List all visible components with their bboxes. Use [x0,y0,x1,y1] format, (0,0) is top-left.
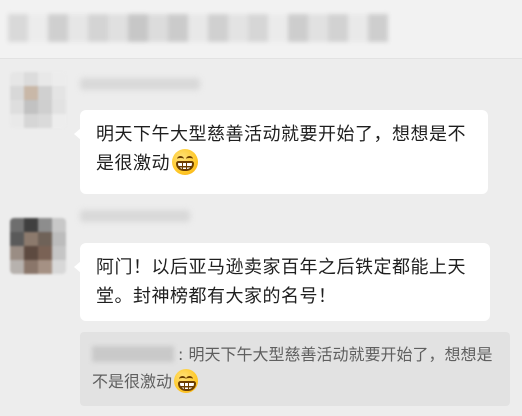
avatar[interactable] [10,72,66,128]
blurred-sender-name [80,210,190,222]
blurred-header-content [8,14,388,42]
quoted-message[interactable]: : 明天下午大型慈善活动就要开始了，想想是不是很激动 [80,332,510,406]
message-text: 明天下午大型慈善活动就要开始了，想想是不是很激动 [96,124,466,174]
chat-header [0,0,522,59]
grin-emoji-icon [174,369,199,393]
message-bubble[interactable]: 阿门！以后亚马逊卖家百年之后铁定都能上天堂。封神榜都有大家的名号！ [74,243,490,321]
blurred-sender-name [80,78,200,90]
blurred-quoted-sender [92,346,174,362]
grin-emoji-icon [172,149,198,175]
message-bubble[interactable]: 明天下午大型慈善活动就要开始了，想想是不是很激动 [74,110,488,194]
message-text: 阿门！以后亚马逊卖家百年之后铁定都能上天堂。封神榜都有大家的名号！ [96,257,466,307]
avatar[interactable] [10,218,66,274]
